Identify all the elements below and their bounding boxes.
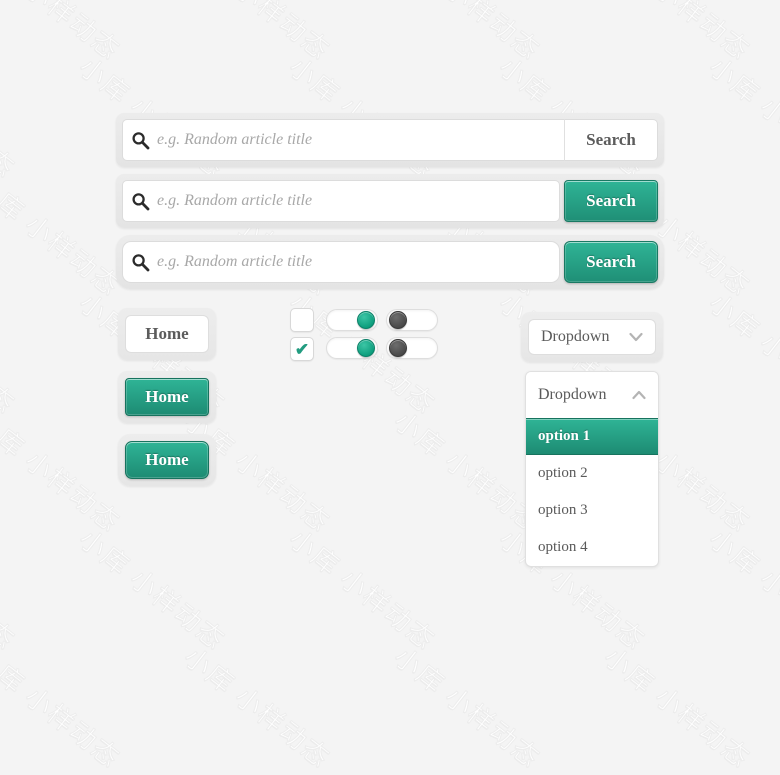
toggle-knob (389, 339, 407, 357)
search-input-wrapper[interactable]: e.g. Random article title (122, 241, 560, 283)
search-button[interactable]: Search (564, 180, 658, 222)
toggle-green-bottom[interactable] (326, 337, 378, 359)
home-button-plain-wrapper: Home (118, 308, 216, 360)
toggle-knob (389, 311, 407, 329)
dropdown-option-list: option 1 option 2 option 3 option 4 (526, 418, 658, 566)
search-icon (123, 253, 157, 272)
search-input-placeholder: e.g. Random article title (157, 131, 313, 148)
search-input-placeholder: e.g. Random article title (157, 253, 313, 270)
toggle-grey-top[interactable] (386, 309, 438, 331)
home-button-teal-rounded-wrapper: Home (118, 434, 216, 486)
toggle-green-top[interactable] (326, 309, 378, 331)
dropdown-option-4[interactable]: option 4 (526, 529, 658, 566)
dropdown-closed-wrapper: Dropdown (521, 312, 663, 362)
search-input-placeholder: e.g. Random article title (157, 192, 313, 209)
dropdown-open-panel: Dropdown option 1 option 2 option 3 opti… (525, 371, 659, 567)
search-icon (123, 192, 157, 211)
checkbox-unchecked[interactable] (290, 308, 314, 332)
chevron-down-icon (629, 332, 643, 342)
ui-kit-canvas: e.g. Random article title Search e.g. Ra… (0, 0, 780, 603)
home-button-plain[interactable]: Home (125, 315, 209, 353)
watermark-text: 小库 小样动态 (0, 642, 126, 775)
watermark-text: 小库 小样动态 (388, 642, 546, 775)
search-input-wrapper[interactable]: e.g. Random article title (122, 119, 564, 161)
search-icon (123, 131, 157, 150)
checkbox-checkmark-icon: ✔ (294, 339, 310, 359)
home-button-teal-square[interactable]: Home (125, 378, 209, 416)
search-input-wrapper[interactable]: e.g. Random article title (122, 180, 560, 222)
dropdown-open-label: Dropdown (538, 386, 607, 403)
dropdown-closed-toggle[interactable]: Dropdown (528, 319, 656, 355)
search-bar-plain: e.g. Random article title Search (116, 113, 664, 167)
dropdown-open-toggle[interactable]: Dropdown (526, 372, 658, 418)
checkbox-checked[interactable]: ✔ (290, 337, 314, 361)
toggle-knob (357, 339, 375, 357)
home-button-teal-rounded[interactable]: Home (125, 441, 209, 479)
dropdown-closed-label: Dropdown (541, 328, 610, 345)
search-bar-teal-square: e.g. Random article title Search (116, 174, 664, 228)
dropdown-option-1[interactable]: option 1 (526, 418, 658, 455)
toggle-grey-bottom[interactable] (386, 337, 438, 359)
toggle-knob (357, 311, 375, 329)
home-button-teal-square-wrapper: Home (118, 371, 216, 423)
watermark-text: 小库 小样动态 (598, 642, 756, 775)
search-button[interactable]: Search (564, 241, 658, 283)
chevron-up-icon (632, 390, 646, 400)
dropdown-option-3[interactable]: option 3 (526, 492, 658, 529)
search-button[interactable]: Search (564, 119, 658, 161)
watermark-text: 小库 小样动态 (178, 642, 336, 775)
dropdown-option-2[interactable]: option 2 (526, 455, 658, 492)
search-bar-teal-rounded: e.g. Random article title Search (116, 235, 664, 289)
